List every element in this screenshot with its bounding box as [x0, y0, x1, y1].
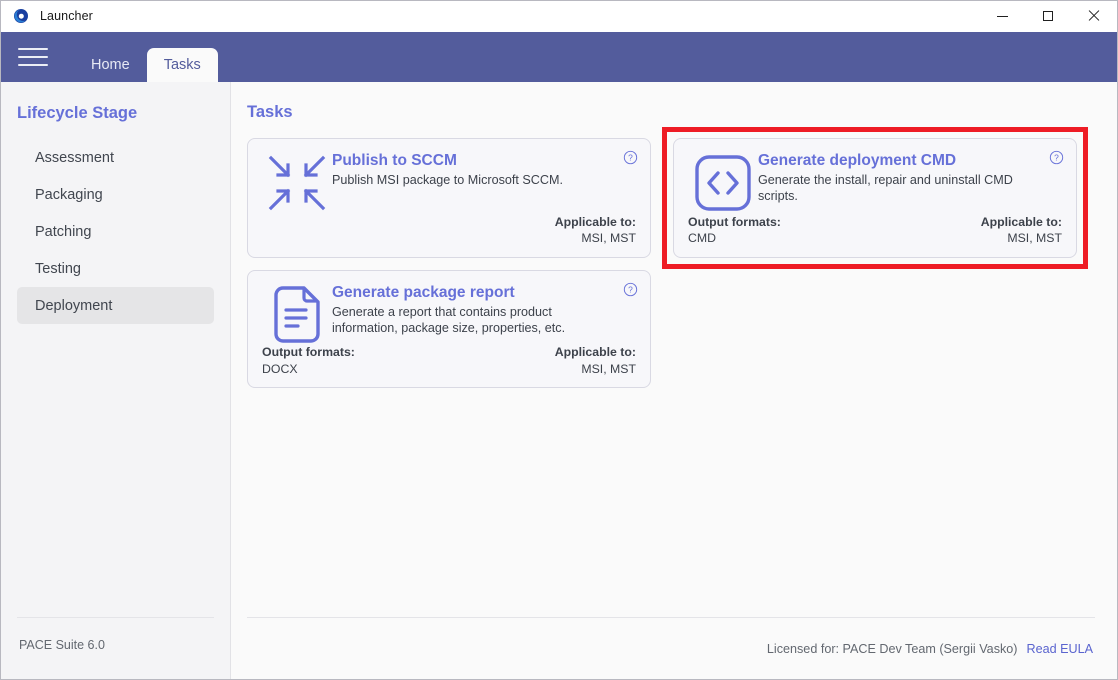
maximize-button[interactable] — [1025, 1, 1071, 32]
task-card-generate-deployment-cmd[interactable]: ? Generate deployment CMD Generate the i… — [673, 138, 1077, 258]
output-formats-label: Output formats: — [262, 345, 355, 359]
product-version-label: PACE Suite 6.0 — [19, 638, 105, 652]
task-card-title[interactable]: Generate package report — [332, 284, 614, 302]
task-card-output-formats: Output formats: DOCX — [262, 344, 355, 377]
minimize-icon — [996, 15, 1008, 17]
help-icon[interactable]: ? — [623, 282, 638, 297]
read-eula-link[interactable]: Read EULA — [1026, 642, 1093, 656]
task-card-slot-generate-cmd: ? Generate deployment CMD Generate the i… — [662, 127, 1088, 269]
maximize-icon — [1043, 11, 1053, 21]
nav-tabs: Home Tasks — [74, 32, 218, 82]
task-card-slot-package-report: ? Generate package report Generate a rep… — [247, 270, 651, 388]
tab-home[interactable]: Home — [74, 48, 147, 82]
applicable-to-value: MSI, MST — [581, 361, 636, 376]
task-card-top: Generate package report Generate a repor… — [262, 284, 636, 344]
applicable-to-value: MSI, MST — [1007, 231, 1062, 246]
window-title: Launcher — [40, 9, 93, 23]
svg-text:?: ? — [1054, 153, 1059, 163]
license-text: Licensed for: PACE Dev Team (Sergii Vask… — [766, 641, 1018, 656]
help-icon[interactable]: ? — [623, 150, 638, 165]
pace-logo-icon — [10, 5, 32, 27]
main-content: Tasks ? Publish to SCCM Publish MSI pack… — [231, 82, 1117, 679]
task-card-text: Generate package report Generate a repor… — [332, 284, 636, 344]
main-footer: Licensed for: PACE Dev Team (Sergii Vask… — [247, 617, 1095, 679]
output-formats-value: DOCX — [262, 361, 298, 376]
page-title: Tasks — [247, 103, 293, 121]
nav-bar: Home Tasks — [1, 32, 1117, 82]
task-card-applicable: Applicable to: MSI, MST — [555, 214, 636, 247]
sidebar-item-patching[interactable]: Patching — [17, 213, 214, 250]
sidebar-item-deployment[interactable]: Deployment — [17, 287, 214, 324]
applicable-to-label: Applicable to: — [554, 214, 636, 229]
sidebar-item-packaging[interactable]: Packaging — [17, 176, 214, 213]
collapse-arrows-icon — [262, 152, 332, 212]
hamburger-icon[interactable] — [18, 46, 48, 68]
task-card-top: Publish to SCCM Publish MSI package to M… — [262, 152, 636, 212]
task-card-footer: Applicable to: MSI, MST — [262, 214, 636, 247]
task-card-grid: ? Publish to SCCM Publish MSI package to… — [247, 127, 1095, 617]
body: Lifecycle Stage Assessment Packaging Pat… — [1, 82, 1117, 679]
close-icon — [1088, 10, 1100, 22]
code-brackets-icon — [688, 152, 758, 212]
task-card-footer: Output formats: DOCX Applicable to: MSI,… — [262, 344, 636, 377]
task-card-text: Generate deployment CMD Generate the ins… — [758, 152, 1062, 212]
applicable-to-label: Applicable to: — [980, 214, 1062, 229]
task-card-title[interactable]: Publish to SCCM — [332, 152, 614, 170]
task-card-description: Publish MSI package to Microsoft SCCM. — [332, 172, 563, 187]
launcher-window: Launcher Home Tasks Lifecycle Stage Asse… — [0, 0, 1118, 680]
task-card-description: Generate a report that contains product … — [332, 304, 566, 336]
task-card-applicable: Applicable to: MSI, MST — [981, 214, 1062, 247]
tab-tasks[interactable]: Tasks — [146, 48, 218, 82]
task-card-text: Publish to SCCM Publish MSI package to M… — [332, 152, 636, 212]
task-card-footer: Output formats: CMD Applicable to: MSI, … — [688, 214, 1062, 247]
sidebar: Lifecycle Stage Assessment Packaging Pat… — [1, 82, 231, 679]
task-card-top: Generate deployment CMD Generate the ins… — [688, 152, 1062, 212]
applicable-to-value: MSI, MST — [581, 231, 636, 246]
task-card-publish-sccm[interactable]: ? Publish to SCCM Publish MSI package to… — [247, 138, 651, 258]
svg-text:?: ? — [628, 153, 633, 163]
sidebar-item-assessment[interactable]: Assessment — [17, 139, 214, 176]
task-card-generate-package-report[interactable]: ? Generate package report Generate a rep… — [247, 270, 651, 388]
sidebar-footer: PACE Suite 6.0 — [17, 617, 214, 679]
output-formats-label: Output formats: — [688, 214, 781, 229]
applicable-to-label: Applicable to: — [554, 345, 636, 359]
minimize-button[interactable] — [979, 1, 1025, 32]
task-card-output-formats: Output formats: CMD — [688, 214, 781, 247]
help-icon[interactable]: ? — [1049, 150, 1064, 165]
task-card-description: Generate the install, repair and uninsta… — [758, 172, 1013, 204]
svg-text:?: ? — [628, 285, 633, 295]
title-bar: Launcher — [1, 1, 1117, 32]
sidebar-item-testing[interactable]: Testing — [17, 250, 214, 287]
task-card-applicable: Applicable to: MSI, MST — [555, 344, 636, 377]
sidebar-title: Lifecycle Stage — [17, 104, 138, 122]
document-lines-icon — [262, 284, 332, 344]
close-button[interactable] — [1071, 1, 1117, 32]
task-card-slot-publish-sccm: ? Publish to SCCM Publish MSI package to… — [247, 138, 651, 258]
task-card-title[interactable]: Generate deployment CMD — [758, 152, 1040, 170]
output-formats-value: CMD — [688, 231, 717, 246]
